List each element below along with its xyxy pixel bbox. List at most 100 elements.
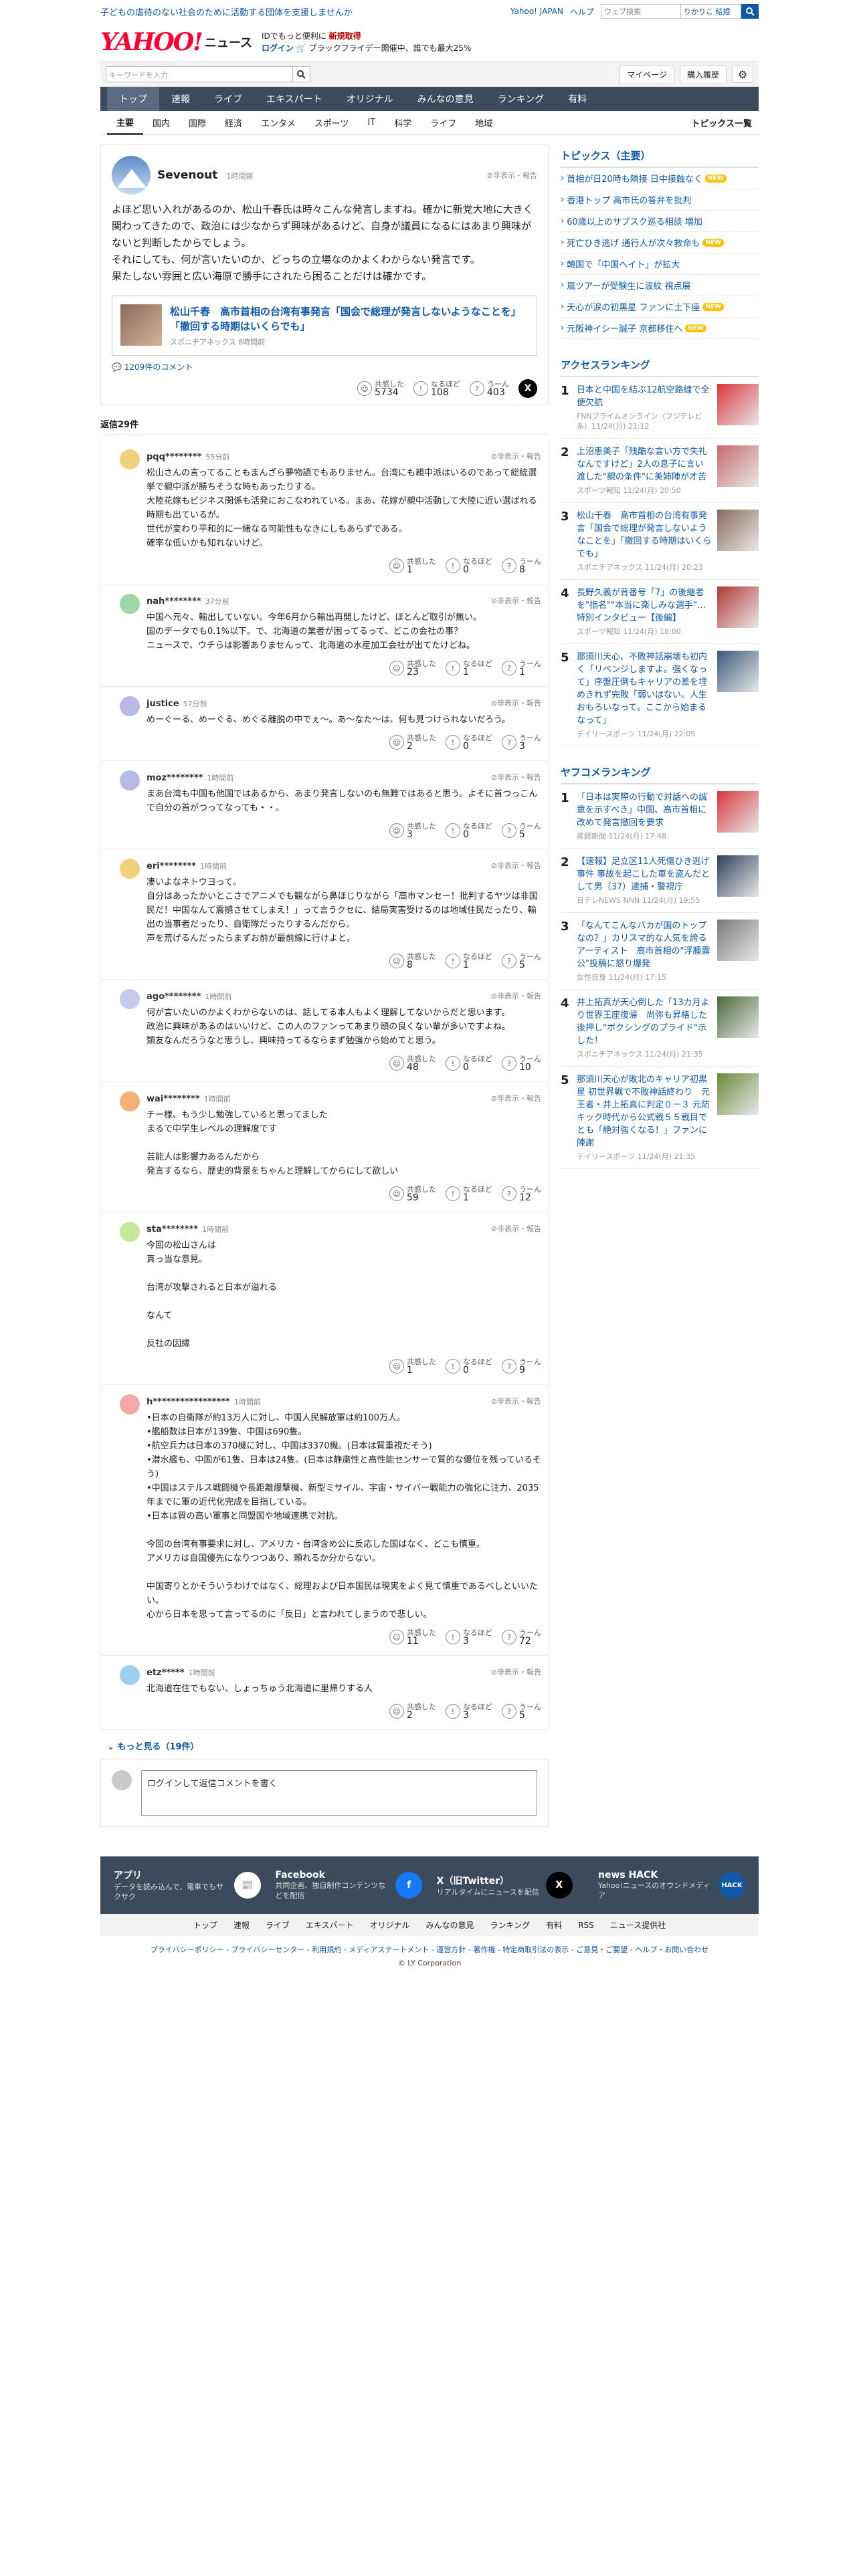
ranking-item[interactable]: 2 上沼恵美子「残酷な言い方で失礼なんですけど」2人の息子に言い渡した"親の条件… (561, 439, 759, 503)
category-local[interactable]: 地域 (466, 116, 502, 129)
quoted-article[interactable]: 松山千春 高市首相の台湾有事発言「国会で総理が発言しないようなことを」「撤回する… (112, 296, 537, 356)
empathy-button[interactable]: ☺ 共感した 2 (389, 1703, 436, 1720)
nav-top[interactable]: トップ (107, 87, 159, 111)
footer-legal-links[interactable]: プライバシーポリシー - プライバシーセンター - 利用規約 - メディアステー… (100, 1944, 759, 1955)
purchase-history-button[interactable]: 購入履歴 (679, 64, 727, 84)
hide-report-link[interactable]: ⊘非表示・報告 (491, 595, 541, 606)
empathy-button[interactable]: ☺ 共感した 3 (389, 822, 436, 839)
insight-button[interactable]: ! なるほど 1 (446, 659, 492, 677)
hmm-button[interactable]: ? うーん 5 (502, 822, 541, 839)
footer-nav-item[interactable]: エキスパート (306, 1921, 354, 1930)
ranking-item[interactable]: 5 那須川天心が敗北のキャリア初黒星 初世界戦で不敗神話終わり 元王者・井上拓真… (561, 1067, 759, 1169)
hmm-button[interactable]: ? うーん 5 (502, 952, 541, 970)
footer-nav-item[interactable]: ライブ (266, 1921, 290, 1930)
ranking-item[interactable]: 3 「なんてこんなバカが国のトップなの？」カリスマ的な人気を誇るアーティスト 高… (561, 913, 759, 990)
nav-paid[interactable]: 有料 (556, 87, 599, 111)
insight-button[interactable]: ! なるほど 0 (446, 557, 492, 574)
login-link[interactable]: ログイン (262, 43, 294, 53)
ranking-item[interactable]: 1 「日本は実際の行動で対話への誠意を示すべき」中国、高市首相に改めて発言撤回を… (561, 784, 759, 849)
empathy-button[interactable]: ☺ 共感した 11 (389, 1628, 436, 1646)
yafoo-ranking-header[interactable]: ヤフコメランキング (561, 761, 759, 784)
ranking-item[interactable]: 5 那須川天心、不敗神話崩壊も初内く「リベンジしますよ。強くなって」序盤圧倒もキ… (561, 644, 759, 746)
category-life[interactable]: ライフ (421, 116, 466, 129)
category-sports[interactable]: スポーツ (305, 116, 359, 129)
category-world[interactable]: 国際 (179, 116, 215, 129)
keyword-search-button[interactable] (293, 66, 310, 82)
hmm-button[interactable]: ? うーん 9 (502, 1358, 541, 1375)
topic-item[interactable]: › 元阪神イシー誠子 京都移住へ NEW (561, 318, 759, 339)
hide-report-link[interactable]: ⊘非表示・報告 (491, 990, 541, 1001)
footer-nav-item[interactable]: オリジナル (370, 1921, 410, 1930)
help-link[interactable]: ヘルプ (570, 6, 594, 17)
hide-report-link[interactable]: ⊘非表示・報告 (491, 1093, 541, 1103)
reply-user-name[interactable]: h***************** (147, 1397, 230, 1407)
hide-report-link[interactable]: ⊘非表示・報告 (491, 860, 541, 871)
avatar[interactable] (120, 1665, 140, 1685)
empathy-button[interactable]: ☺ 共感した 8 (389, 952, 436, 970)
reply-user-name[interactable]: ago******** (147, 992, 201, 1002)
insight-button[interactable]: ! なるほど 0 (446, 822, 492, 839)
avatar[interactable] (120, 859, 140, 879)
hide-report-link[interactable]: ⊘非表示・報告 (491, 772, 541, 782)
hmm-button[interactable]: ? うーん 1 (502, 659, 541, 677)
reply-user-name[interactable]: wai******** (147, 1094, 200, 1104)
category-domestic[interactable]: 国内 (143, 116, 179, 129)
insight-button[interactable]: ! なるほど 1 (446, 952, 492, 970)
insight-button[interactable]: ! なるほど 0 (446, 734, 492, 751)
hmm-button[interactable]: ? うーん 8 (502, 557, 541, 574)
comment-count-link[interactable]: 💬 1209件のコメント (112, 361, 537, 372)
ranking-item[interactable]: 2 【速報】足立区11人死傷ひき逃げ事件 事故を起こした車を盗んだとして男（37… (561, 849, 759, 913)
insight-button[interactable]: ! なるほど 0 (446, 1055, 492, 1072)
nav-expert[interactable]: エキスパート (254, 87, 335, 111)
avatar[interactable] (120, 696, 140, 716)
insight-button[interactable]: ! なるほど 0 (446, 1358, 492, 1375)
empathy-button[interactable]: ☺ 共感した 5734 (357, 380, 404, 397)
share-x-button[interactable]: X (518, 379, 537, 398)
reply-user-name[interactable]: etz***** (147, 1668, 185, 1678)
ranking-item[interactable]: 1 日本と中国を結ぶ12航空路線で全便欠航 FNNプライムオンライン（フジテレビ系… (561, 377, 759, 439)
footer-nav-item[interactable]: ニュース提供社 (610, 1921, 666, 1930)
category-science[interactable]: 科学 (385, 116, 421, 129)
insight-button[interactable]: ! なるほど 108 (413, 380, 460, 397)
footer-nav-item[interactable]: みんなの意見 (426, 1921, 474, 1930)
avatar[interactable] (112, 156, 151, 195)
topic-item[interactable]: › 天心が涙の初黒星 ファンに土下座 NEW (561, 296, 759, 318)
footer-promo[interactable]: news HACK Yahoo!ニュースのオウンドメディア HACK (598, 1868, 745, 1902)
empathy-button[interactable]: ☺ 共感した 23 (389, 659, 436, 677)
insight-button[interactable]: ! なるほど 3 (446, 1628, 492, 1646)
category-entertainment[interactable]: エンタメ (252, 116, 305, 129)
topic-item[interactable]: › 首相が日20時も隣接 日中接触なく NEW (561, 168, 759, 189)
hmm-button[interactable]: ? うーん 5 (502, 1703, 541, 1720)
hide-report-link[interactable]: ⊘非表示・報告 (487, 170, 537, 181)
empathy-button[interactable]: ☺ 共感した 1 (389, 1358, 436, 1375)
topic-item[interactable]: › 死亡ひき逃げ 通行人が次々救命も NEW (561, 232, 759, 253)
footer-nav-item[interactable]: ランキング (490, 1921, 531, 1930)
footer-promo[interactable]: Facebook 共同企画、独自制作コンテンツなどを配信 f (275, 1868, 423, 1902)
footer-nav-item[interactable]: 有料 (546, 1921, 562, 1930)
access-ranking-header[interactable]: アクセスランキング (561, 354, 759, 377)
nav-breaking[interactable]: 速報 (159, 87, 202, 111)
hide-report-link[interactable]: ⊘非表示・報告 (491, 1396, 541, 1406)
avatar[interactable] (120, 1222, 140, 1242)
category-main[interactable]: 主要 (107, 111, 144, 135)
hmm-button[interactable]: ? うーん 3 (502, 734, 541, 751)
insight-button[interactable]: ! なるほど 3 (446, 1703, 492, 1720)
category-economy[interactable]: 経済 (215, 116, 252, 129)
reply-user-name[interactable]: eri******** (147, 861, 196, 871)
reply-user-name[interactable]: justice (147, 699, 179, 709)
topic-item[interactable]: › 香港トップ 高市氏の答弁を批判 (561, 189, 759, 211)
nav-live[interactable]: ライブ (202, 87, 254, 111)
reply-user-name[interactable]: moz******** (147, 773, 203, 783)
register-link[interactable]: 新規取得 (329, 31, 361, 41)
footer-nav-item[interactable]: RSS (578, 1921, 594, 1930)
hide-report-link[interactable]: ⊘非表示・報告 (491, 1223, 541, 1234)
empathy-button[interactable]: ☺ 共感した 2 (389, 734, 436, 751)
footer-nav-item[interactable]: トップ (193, 1921, 217, 1930)
mypage-button[interactable]: マイページ (619, 64, 674, 84)
nav-original[interactable]: オリジナル (335, 87, 405, 111)
topics-header[interactable]: トピックス（主要） (561, 144, 759, 168)
hide-report-link[interactable]: ⊘非表示・報告 (491, 451, 541, 461)
category-it[interactable]: IT (358, 118, 385, 128)
hmm-button[interactable]: ? うーん 72 (502, 1628, 541, 1646)
hide-report-link[interactable]: ⊘非表示・報告 (491, 697, 541, 708)
